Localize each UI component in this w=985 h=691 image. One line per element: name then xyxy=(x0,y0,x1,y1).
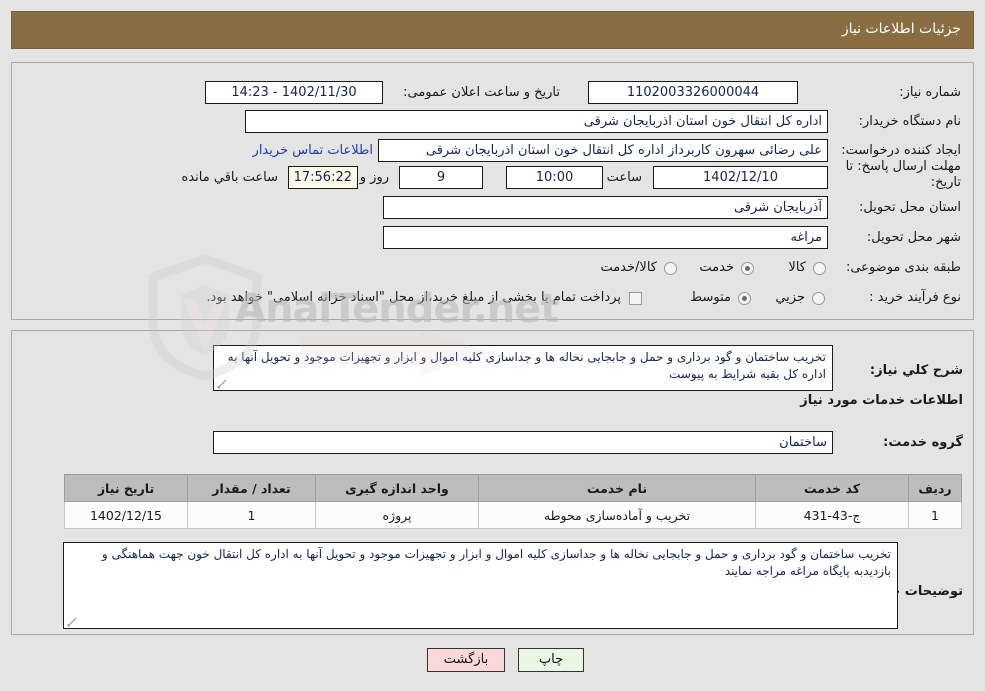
province-value: آذربایجان شرقی xyxy=(383,196,828,219)
radio-process-jozee-label: جزیي xyxy=(775,290,805,305)
cell-quantity: 1 xyxy=(187,501,316,529)
announce-datetime-label: تاریخ و ساعت اعلان عمومی: xyxy=(403,85,560,100)
cell-unit: پروژه xyxy=(315,501,479,529)
city-value: مراغه xyxy=(383,226,828,249)
cell-service-code: ج-43-431 xyxy=(755,501,909,529)
general-desc-label: شرح کلي نیاز: xyxy=(869,363,963,378)
resize-grip-icon[interactable] xyxy=(217,379,227,389)
category-label: طبقه بندی موضوعی: xyxy=(845,260,961,275)
buyer-notes-textarea[interactable]: تخریب ساختمان و گود برداری و حمل و جابجا… xyxy=(63,542,898,629)
buyer-org-value: اداره کل انتقال خون استان اذربایجان شرقی xyxy=(245,110,828,133)
buyer-contact-link[interactable]: اطلاعات تماس خریدار xyxy=(253,143,373,158)
request-creator-label: ایجاد کننده درخواست: xyxy=(841,143,961,158)
deadline-days-value: 9 xyxy=(399,166,483,189)
service-details-panel: شرح کلي نیاز: تخریب ساختمان و گود برداری… xyxy=(11,330,974,635)
purchase-process-label: نوع فرآیند خرید : xyxy=(869,290,961,305)
buyer-org-label: نام دستگاه خریدار: xyxy=(858,114,961,129)
radio-process-motevaset-label: متوسط xyxy=(690,290,731,305)
resize-grip-icon[interactable] xyxy=(67,617,77,627)
col-service-name: نام خدمت xyxy=(478,474,756,502)
deadline-days-suffix: روز و xyxy=(359,170,389,185)
page-title-bar: جزئیات اطلاعات نیاز xyxy=(11,11,974,49)
radio-category-kala-label: کالا xyxy=(788,260,806,275)
radio-category-khedmat-label: خدمت xyxy=(699,260,734,275)
print-button[interactable]: چاپ xyxy=(518,648,584,672)
cell-row-no: 1 xyxy=(908,501,962,529)
radio-process-jozee[interactable] xyxy=(812,292,825,305)
radio-category-kala[interactable] xyxy=(813,262,826,275)
deadline-date-value: 1402/12/10 xyxy=(653,166,828,189)
treasury-docs-checkbox[interactable] xyxy=(629,292,642,305)
need-number-label: شماره نیاز: xyxy=(899,85,961,100)
col-need-date: تاریخ نیاز xyxy=(64,474,188,502)
radio-category-kala-khedmat[interactable] xyxy=(664,262,677,275)
services-table: ردیف کد خدمت نام خدمت واحد اندازه گیری ت… xyxy=(64,474,962,529)
need-info-panel: شماره نیاز: 1102003326000044 تاریخ و ساع… xyxy=(11,62,974,320)
province-label: استان محل تحویل: xyxy=(859,200,961,215)
table-row: 1 ج-43-431 تخریب و آماده‌سازی محوطه پروژ… xyxy=(64,501,962,529)
cell-service-name: تخریب و آماده‌سازی محوطه xyxy=(478,501,756,529)
col-quantity: تعداد / مقدار xyxy=(187,474,316,502)
page-root: AnalTender.net جزئیات اطلاعات نیاز شماره… xyxy=(0,0,985,691)
deadline-label: مهلت ارسال پاسخ: تا تاریخ: xyxy=(845,159,961,190)
deadline-countdown-suffix: ساعت باقي مانده xyxy=(181,170,278,185)
need-number-value: 1102003326000044 xyxy=(588,81,798,104)
back-button[interactable]: بازگشت xyxy=(427,648,505,672)
radio-process-motevaset[interactable] xyxy=(738,292,751,305)
request-creator-value: علی رضائی سهرون کاربرداز اداره کل انتقال… xyxy=(378,139,828,162)
buyer-notes-value: تخریب ساختمان و گود برداری و حمل و جابجا… xyxy=(101,547,891,578)
general-desc-textarea[interactable]: تخریب ساختمان و گود برداری و حمل و جابجا… xyxy=(213,345,833,391)
cell-need-date: 1402/12/15 xyxy=(64,501,188,529)
general-desc-value: تخریب ساختمان و گود برداری و حمل و جابجا… xyxy=(227,350,826,381)
services-heading: اطلاعات خدمات مورد نیاز xyxy=(800,393,963,408)
radio-category-khedmat[interactable] xyxy=(741,262,754,275)
col-unit: واحد اندازه گیری xyxy=(315,474,479,502)
announce-datetime-value: 1402/11/30 - 14:23 xyxy=(205,81,383,104)
table-header-row: ردیف کد خدمت نام خدمت واحد اندازه گیری ت… xyxy=(64,474,962,502)
page-title: جزئیات اطلاعات نیاز xyxy=(841,21,961,37)
deadline-hour-label: ساعت xyxy=(606,170,642,185)
deadline-hour-value: 10:00 xyxy=(506,166,603,189)
col-row-no: ردیف xyxy=(908,474,962,502)
radio-category-kala-khedmat-label: کالا/خدمت xyxy=(600,260,657,275)
col-service-code: کد خدمت xyxy=(755,474,909,502)
deadline-countdown-value: 17:56:22 xyxy=(288,166,358,189)
city-label: شهر محل تحویل: xyxy=(866,230,961,245)
service-group-value: ساختمان xyxy=(213,431,833,454)
treasury-docs-note: پرداخت تمام یا بخشی از مبلغ خرید،از محل … xyxy=(206,290,621,305)
service-group-label: گروه خدمت: xyxy=(883,435,963,450)
